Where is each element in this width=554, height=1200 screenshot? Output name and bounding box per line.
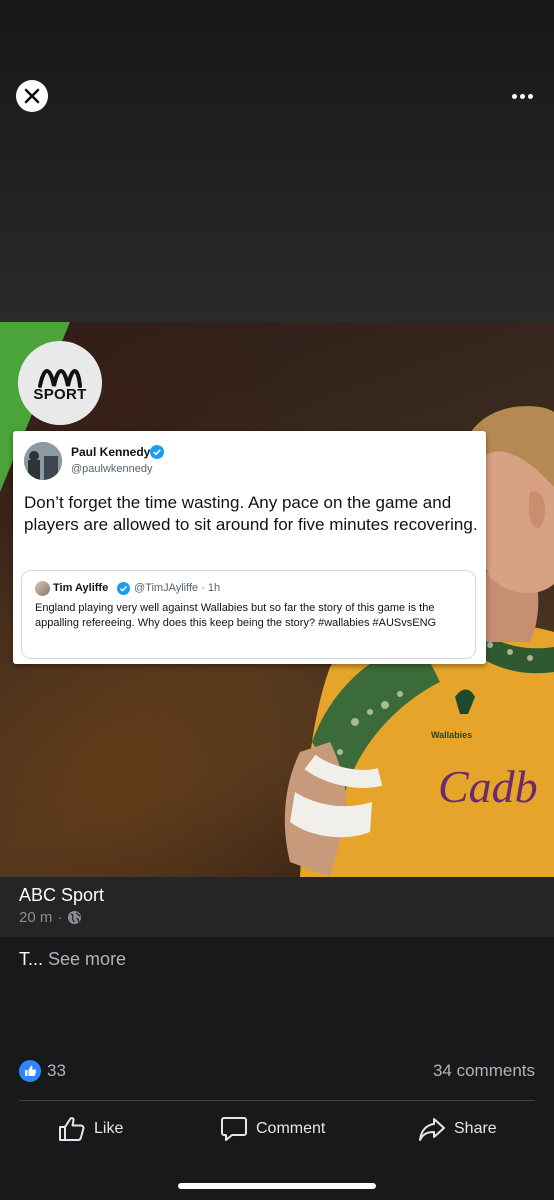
share-label: Share: [454, 1120, 497, 1137]
close-icon: [24, 88, 40, 104]
abc-sport-logo: SPORT: [18, 341, 102, 425]
comment-icon: [221, 1117, 247, 1141]
tweet-author-name: Paul Kennedy: [71, 445, 151, 459]
comment-button[interactable]: Comment: [220, 1113, 325, 1145]
like-icon: [59, 1117, 85, 1141]
more-dot: [511, 93, 517, 99]
quoted-tweet: Tim Ayliffe @TimJAyliffe · 1h England pl…: [21, 570, 476, 659]
viewer-header: [0, 0, 554, 322]
logo-sport-text: SPORT: [33, 385, 87, 403]
post-time-separator: ·: [57, 909, 63, 926]
quoted-author-handle: @TimJAyliffe · 1h: [134, 582, 221, 594]
reaction-count: 33: [47, 1061, 66, 1080]
close-button[interactable]: [16, 80, 48, 112]
abc-waves-icon: [38, 368, 82, 388]
comment-label: Comment: [256, 1120, 326, 1137]
more-dot: [519, 93, 525, 99]
like-button[interactable]: Like: [58, 1113, 123, 1145]
more-dot: [527, 93, 533, 99]
see-more-link[interactable]: See more: [48, 949, 126, 969]
verified-badge-icon: [117, 582, 130, 595]
page-name[interactable]: ABC Sport: [19, 885, 104, 906]
more-options-button[interactable]: [505, 86, 539, 106]
actions-divider: [19, 1100, 535, 1101]
like-label: Like: [94, 1120, 124, 1137]
tweet-text: Don’t forget the time wasting. Any pace …: [24, 493, 478, 534]
post-time-text: 20 m: [19, 909, 53, 926]
tweet-author-avatar: [24, 442, 62, 480]
tweet-card: Paul Kennedy @paulwkennedy Don’t forget …: [13, 431, 486, 664]
quoted-tweet-text: England playing very well against Wallab…: [35, 602, 437, 629]
home-indicator[interactable]: [178, 1183, 376, 1189]
quoted-author-name: Tim Ayliffe: [53, 582, 109, 594]
share-button[interactable]: Share: [418, 1113, 497, 1145]
like-reaction-icon: [19, 1060, 41, 1082]
share-icon: [419, 1118, 445, 1141]
tweet-author-handle: @paulwkennedy: [71, 463, 153, 475]
reaction-summary[interactable]: 33: [19, 1060, 66, 1082]
caption-text: T...: [19, 949, 44, 969]
post-timestamp: 20 m ·: [19, 909, 82, 926]
quoted-author-avatar: [35, 581, 50, 596]
post-caption: T... See more: [19, 949, 126, 970]
globe-icon: [68, 910, 82, 925]
jersey-sponsor-text: Cadb: [438, 761, 538, 812]
post-photo[interactable]: SPORT Paul Kennedy @paulwkennedy Don’t f…: [0, 322, 554, 877]
verified-badge-icon: [150, 445, 164, 459]
jersey-badge-text: Wallabies: [431, 730, 473, 740]
comments-count[interactable]: 34 comments: [433, 1061, 535, 1081]
